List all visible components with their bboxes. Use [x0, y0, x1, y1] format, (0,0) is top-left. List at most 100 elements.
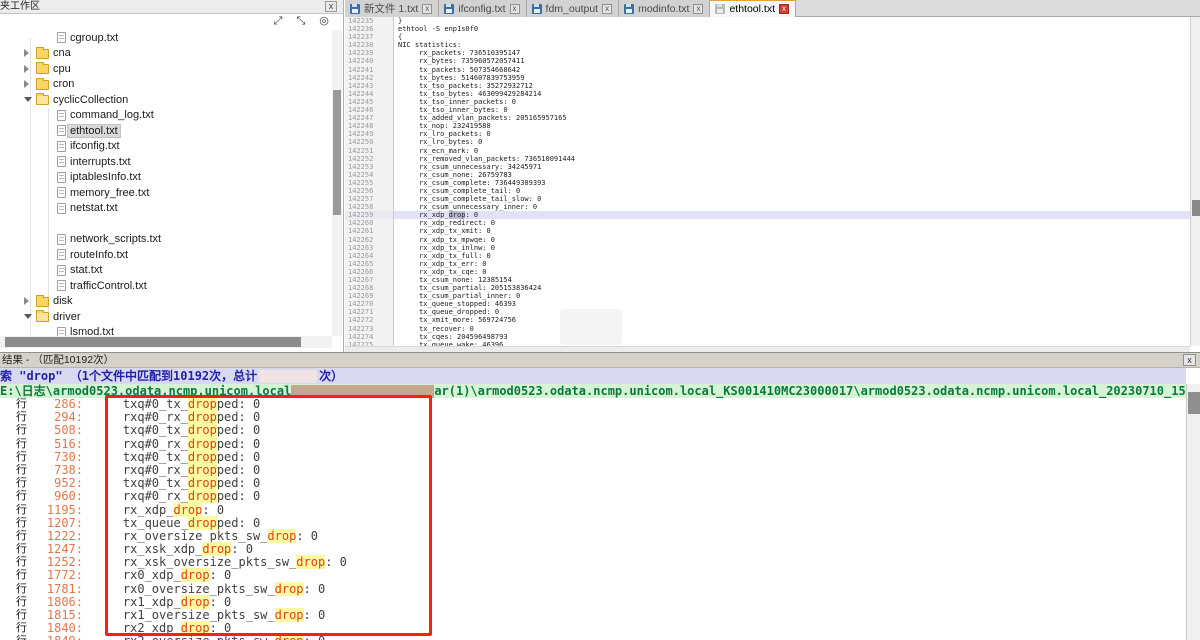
tree-file-cgroup.txt[interactable]: cgroup.txt: [0, 30, 332, 46]
result-row-line-1781[interactable]: 行1781: rx0_oversize_pkts_sw_drop: 0: [0, 583, 1186, 596]
expand-all-icon[interactable]: ⤢: [271, 15, 285, 28]
results-vscroll-thumb[interactable]: [1188, 392, 1200, 414]
editor-line[interactable]: 142264 rx_xdp_tx_full: 0: [345, 252, 1190, 260]
tree-hscroll-thumb[interactable]: [5, 337, 301, 347]
tree-file-ifconfig.txt[interactable]: ifconfig.txt: [0, 139, 332, 155]
tree-file-command_log.txt[interactable]: command_log.txt: [0, 108, 332, 124]
editor-line[interactable]: 142252 rx_removed_vlan_packets: 73651009…: [345, 155, 1190, 163]
tree-folder-cpu[interactable]: cpu: [0, 61, 332, 77]
chevron-right-icon[interactable]: [24, 80, 29, 88]
editor-line[interactable]: 142268 tx_csum_partial: 205153836424: [345, 284, 1190, 292]
editor-line[interactable]: 142265 rx_xdp_tx_err: 0: [345, 260, 1190, 268]
tree-folder-cna[interactable]: cna: [0, 46, 332, 62]
editor-line[interactable]: 142269 tx_csum_partial_inner: 0: [345, 292, 1190, 300]
editor-line[interactable]: 142255 rx_csum_complete: 736449389393: [345, 179, 1190, 187]
chevron-down-icon[interactable]: [24, 97, 32, 102]
editor-line[interactable]: 142271 tx_queue_dropped: 0: [345, 308, 1190, 316]
editor-line[interactable]: 142257 rx_csum_complete_tail_slow: 0: [345, 195, 1190, 203]
result-row-line-960[interactable]: 行960: rxq#0_rx_dropped: 0: [0, 490, 1186, 503]
editor-line[interactable]: 142247 tx_added_vlan_packets: 2051659571…: [345, 114, 1190, 122]
locate-file-icon[interactable]: ◎: [317, 15, 331, 28]
tab-ifconfig.txt[interactable]: ifconfig.txtx: [439, 0, 526, 17]
editor-line[interactable]: 142236ethtool -S enp1s0f0: [345, 25, 1190, 33]
tree-vscroll-thumb[interactable]: [333, 90, 341, 215]
tree-file-lsmod.txt[interactable]: lsmod.txt: [0, 325, 332, 337]
results-close-icon[interactable]: x: [1183, 354, 1196, 366]
tree-folder-cron[interactable]: cron: [0, 77, 332, 93]
editor-line[interactable]: 142261 rx_xdp_tx_xmit: 0: [345, 227, 1190, 235]
editor-line[interactable]: 142251 rx_ecn_mark: 0: [345, 147, 1190, 155]
chevron-right-icon[interactable]: [24, 297, 29, 305]
tree-horizontal-scrollbar[interactable]: [0, 336, 332, 348]
editor-line[interactable]: 142248 tx_nop: 232419588: [345, 122, 1190, 130]
result-row-line-1772[interactable]: 行1772: rx0_xdp_drop: 0: [0, 569, 1186, 582]
result-row-line-1207[interactable]: 行1207: tx_queue_dropped: 0: [0, 517, 1186, 530]
editor-line[interactable]: 142254 rx_csum_none: 26759783: [345, 171, 1190, 179]
editor-line[interactable]: 142256 rx_csum_complete_tail: 0: [345, 187, 1190, 195]
tab-新文件 1.txt[interactable]: 新文件 1.txtx: [345, 0, 439, 17]
tree-file-trafficControl.txt[interactable]: trafficControl.txt: [0, 278, 332, 294]
editor-current-line[interactable]: 142259 rx_xdp_drop: 0: [345, 211, 1190, 219]
editor-vscroll-thumb[interactable]: [1192, 200, 1200, 216]
results-vertical-scrollbar[interactable]: [1186, 384, 1200, 640]
tree-vertical-scrollbar[interactable]: [332, 30, 342, 336]
editor-line[interactable]: 142258 rx_csum_unnecessary_inner: 0: [345, 203, 1190, 211]
tree-file-iptablesInfo.txt[interactable]: iptablesInfo.txt: [0, 170, 332, 186]
search-summary-line[interactable]: 索 "drop" （1个文件中匹配到10192次，总计次）: [0, 368, 1186, 384]
tree-file-netstat.txt[interactable]: netstat.txt: [0, 201, 332, 217]
tree-folder-driver[interactable]: driver: [0, 309, 332, 325]
editor-line[interactable]: 142245 tx_tso_inner_packets: 0: [345, 98, 1190, 106]
editor-line[interactable]: 142238NIC statistics:: [345, 41, 1190, 49]
collapse-all-icon[interactable]: ⤡: [294, 15, 308, 28]
tree-folder-disk[interactable]: disk: [0, 294, 332, 310]
editor-line[interactable]: 142262 rx_xdp_tx_mpwqe: 0: [345, 236, 1190, 244]
editor-line[interactable]: 142273 tx_recover: 0: [345, 325, 1190, 333]
tree-file-ethtool.txt[interactable]: ethtool.txt: [0, 123, 332, 139]
editor-line[interactable]: 142249 rx_lro_packets: 0: [345, 130, 1190, 138]
editor-vertical-scrollbar[interactable]: [1190, 17, 1200, 346]
editor-line[interactable]: 142240 rx_bytes: 735960572057411: [345, 57, 1190, 65]
result-file-path-line[interactable]: E:\日志\armod0523.odata.ncmp.unicom.locala…: [0, 384, 1186, 398]
tree-file-routeInfo.txt[interactable]: routeInfo.txt: [0, 247, 332, 263]
editor-line[interactable]: 142246 tx_tso_inner_bytes: 0: [345, 106, 1190, 114]
close-icon[interactable]: x: [693, 4, 703, 14]
tab-modinfo.txt[interactable]: modinfo.txtx: [619, 0, 710, 17]
editor-line[interactable]: 142272 tx_xmit_more: 569724756: [345, 316, 1190, 324]
tree-file-interrupts.txt[interactable]: interrupts.txt: [0, 154, 332, 170]
editor-line[interactable]: 142263 rx_xdp_tx_inlnw: 0: [345, 244, 1190, 252]
chevron-down-icon[interactable]: [24, 314, 32, 319]
editor-line[interactable]: 142260 rx_xdp_redirect: 0: [345, 219, 1190, 227]
editor-line[interactable]: 142253 rx_csum_unnecessary: 34245971: [345, 163, 1190, 171]
close-icon[interactable]: x: [422, 4, 432, 14]
close-icon[interactable]: x: [602, 4, 612, 14]
tree-file-memory_free.txt[interactable]: memory_free.txt: [0, 185, 332, 201]
editor-line[interactable]: 142250 rx_lro_bytes: 0: [345, 138, 1190, 146]
editor-line[interactable]: 142235}: [345, 17, 1190, 25]
editor-line[interactable]: 142243 tx_tso_packets: 35272932712: [345, 82, 1190, 90]
tab-fdm_output[interactable]: fdm_outputx: [527, 0, 620, 17]
editor-line[interactable]: 142241 tx_packets: 507354668642: [345, 66, 1190, 74]
workspace-close-icon[interactable]: x: [325, 1, 337, 12]
result-row-line-730[interactable]: 行730: txq#0_tx_dropped: 0: [0, 451, 1186, 464]
close-icon[interactable]: x: [779, 4, 789, 14]
chevron-right-icon[interactable]: [24, 65, 29, 73]
editor-line[interactable]: 142239 rx_packets: 736510395147: [345, 49, 1190, 57]
result-row-line-516[interactable]: 行516: rxq#0_rx_dropped: 0: [0, 438, 1186, 451]
code-view[interactable]: 142235}142236ethtool -S enp1s0f0142237{1…: [345, 17, 1190, 346]
editor-line[interactable]: 142270 tx_queue_stopped: 46393: [345, 300, 1190, 308]
editor-line[interactable]: 142237{: [345, 33, 1190, 41]
close-icon[interactable]: x: [510, 4, 520, 14]
editor-line[interactable]: 142274 tx_cqes: 204596498793: [345, 333, 1190, 341]
editor-line[interactable]: 142244 tx_tso_bytes: 463099429284214: [345, 90, 1190, 98]
tree-folder-cyclicCollection[interactable]: cyclicCollection: [0, 92, 332, 108]
chevron-right-icon[interactable]: [24, 49, 29, 57]
editor-line[interactable]: 142267 tx_csum_none: 12385154: [345, 276, 1190, 284]
editor-line[interactable]: 142242 tx_bytes: 514607839753959: [345, 74, 1190, 82]
tab-ethtool.txt[interactable]: ethtool.txtx: [710, 0, 796, 17]
result-row-line-1849[interactable]: 行1849: rx2_oversize_pkts_sw_drop: 0: [0, 635, 1186, 640]
result-row-line-508[interactable]: 行508: txq#0_tx_dropped: 0: [0, 424, 1186, 437]
editor-line[interactable]: 142266 rx_xdp_tx_cqe: 0: [345, 268, 1190, 276]
tree-file-network_scripts.txt[interactable]: network_scripts.txt: [0, 232, 332, 248]
result-row-line-1195[interactable]: 行1195: rx_xdp_drop: 0: [0, 504, 1186, 517]
tree-file-stat.txt[interactable]: stat.txt: [0, 263, 332, 279]
